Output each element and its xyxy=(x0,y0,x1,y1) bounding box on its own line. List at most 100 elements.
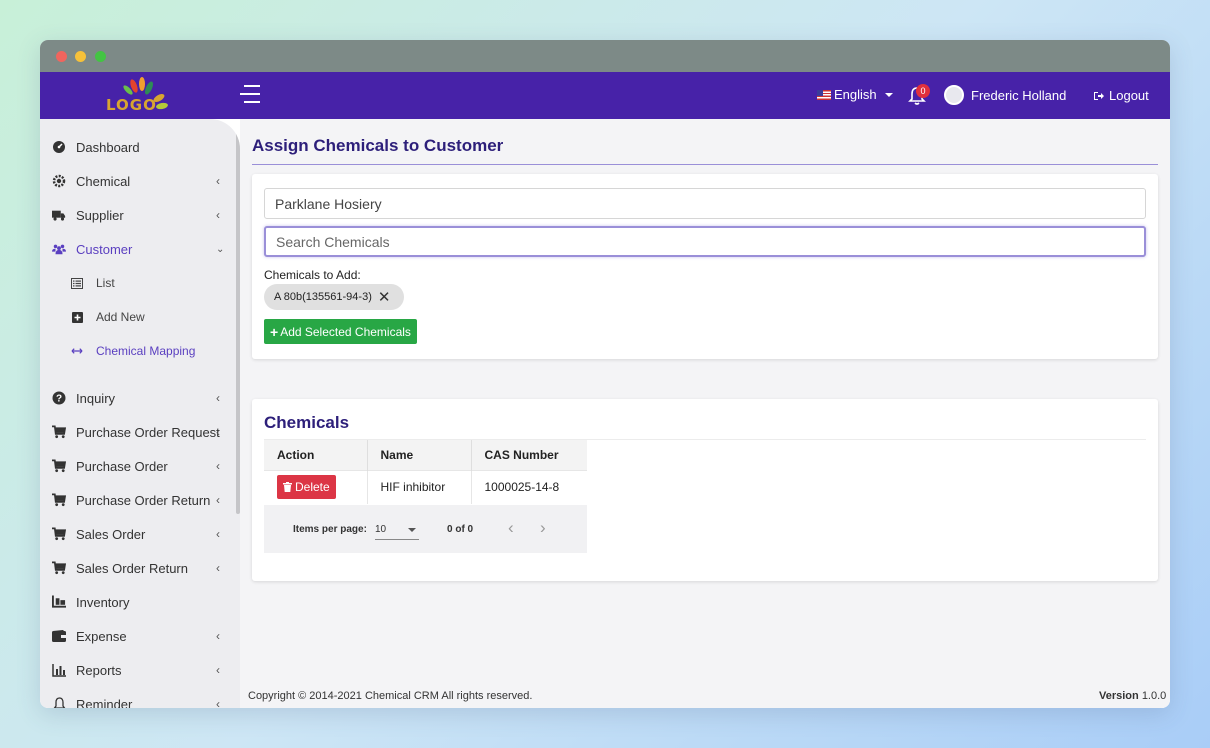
page-size-select[interactable]: 10 xyxy=(375,522,419,540)
chart-icon xyxy=(52,663,66,677)
customer-field[interactable]: Parklane Hosiery xyxy=(264,188,1146,219)
cart-icon xyxy=(52,459,66,473)
chevron-left-icon: ‹ xyxy=(216,459,220,473)
chip-label: A 80b(135561-94-3) xyxy=(274,291,372,303)
truck-icon xyxy=(52,208,66,222)
column-header-action[interactable]: Action xyxy=(264,440,368,470)
add-selected-chemicals-button[interactable]: + Add Selected Chemicals xyxy=(264,319,417,344)
arrows-horizontal-icon xyxy=(71,345,83,357)
window-titlebar xyxy=(40,40,1170,72)
column-header-name[interactable]: Name xyxy=(367,440,472,470)
sidebar-item-sales-order[interactable]: Sales Order ‹ xyxy=(40,517,236,551)
plus-square-icon xyxy=(71,311,83,323)
sidebar-item-purchase-order[interactable]: Purchase Order ‹ xyxy=(40,449,236,483)
version-value: 1.0.0 xyxy=(1141,690,1167,702)
users-icon xyxy=(52,242,66,256)
customer-value: Parklane Hosiery xyxy=(275,195,382,212)
wallet-icon xyxy=(52,629,66,643)
chevron-left-icon: ‹ xyxy=(216,663,220,677)
sidebar-item-customer[interactable]: Customer ⌄ xyxy=(40,232,236,266)
chevron-left-icon: ‹ xyxy=(216,527,220,541)
table-header-row: Action Name CAS Number xyxy=(264,440,587,470)
sidebar-item-label: Inventory xyxy=(76,594,130,610)
sidebar-subitem-chemical-mapping[interactable]: Chemical Mapping xyxy=(40,334,236,368)
logo-text: LOGO xyxy=(106,96,157,114)
sidebar-item-expense[interactable]: Expense ‹ xyxy=(40,619,236,653)
name-cell: HIF inhibitor xyxy=(367,469,472,504)
sidebar-item-label: Purchase Order xyxy=(76,458,168,474)
chevron-left-icon: ‹ xyxy=(216,629,220,643)
sidebar-item-reminder[interactable]: Reminder ‹ xyxy=(40,687,236,708)
items-per-page-label: Items per page: xyxy=(293,524,367,535)
previous-page-icon[interactable]: ‹ xyxy=(508,518,514,538)
delete-button[interactable]: Delete xyxy=(277,475,336,500)
sidebar-item-purchase-order-return[interactable]: Purchase Order Return ‹ xyxy=(40,483,236,517)
sidebar-item-label: Customer xyxy=(76,241,133,257)
sidebar-item-purchase-order-request[interactable]: Purchase Order Request ‹ xyxy=(40,415,236,449)
title-divider xyxy=(252,164,1158,165)
sidebar-item-label: Purchase Order Return xyxy=(76,492,211,508)
cart-icon xyxy=(52,561,66,575)
sidebar-item-reports[interactable]: Reports ‹ xyxy=(40,653,236,687)
sidebar-item-chemical[interactable]: Chemical ‹ xyxy=(40,164,236,198)
close-window-button[interactable] xyxy=(56,51,67,62)
chevron-left-icon: ‹ xyxy=(216,425,220,439)
logout-button[interactable]: Logout xyxy=(1093,88,1149,103)
list-icon xyxy=(71,277,83,289)
chevron-left-icon: ‹ xyxy=(216,697,220,708)
app-window: LOGO English 0 Frederic Holland Logout D… xyxy=(40,40,1170,708)
page-size-value: 10 xyxy=(375,524,387,535)
top-navbar: LOGO English 0 Frederic Holland Logout xyxy=(40,72,1170,119)
sidebar: Dashboard Chemical ‹ Supplier ‹ Customer… xyxy=(40,119,240,708)
gear-icon xyxy=(52,174,66,188)
chemicals-table: Action Name CAS Number Delete HIF inhibi… xyxy=(264,440,587,504)
search-chemicals-field[interactable] xyxy=(264,226,1146,257)
chevron-left-icon: ‹ xyxy=(216,391,220,405)
sidebar-item-inventory[interactable]: Inventory xyxy=(40,585,236,619)
notification-badge: 0 xyxy=(916,84,930,98)
remove-chip-icon[interactable]: ✕ xyxy=(378,290,391,305)
bell-icon xyxy=(52,697,66,708)
user-name[interactable]: Frederic Holland xyxy=(971,88,1066,103)
logo[interactable]: LOGO xyxy=(104,76,174,116)
delete-label: Delete xyxy=(295,480,330,495)
minimize-window-button[interactable] xyxy=(75,51,86,62)
assign-form-card: Parklane Hosiery Chemicals to Add: A 80b… xyxy=(252,174,1158,359)
sidebar-subitem-label: Chemical Mapping xyxy=(96,344,196,358)
table-row: Delete HIF inhibitor 1000025-14-8 xyxy=(264,469,587,504)
sidebar-item-label: Sales Order xyxy=(76,526,146,542)
language-label: English xyxy=(834,87,877,102)
language-selector[interactable]: English xyxy=(817,87,893,102)
maximize-window-button[interactable] xyxy=(95,51,106,62)
sidebar-item-sales-order-return[interactable]: Sales Order Return ‹ xyxy=(40,551,236,585)
chemicals-card: Chemicals Action Name CAS Number Delete … xyxy=(252,399,1158,581)
menu-toggle-icon[interactable] xyxy=(240,85,262,105)
dropdown-arrow-icon xyxy=(408,528,416,532)
svg-text:?: ? xyxy=(56,394,62,405)
trash-icon xyxy=(283,482,292,493)
sidebar-item-supplier[interactable]: Supplier ‹ xyxy=(40,198,236,232)
sidebar-item-label: Expense xyxy=(76,628,127,644)
warehouse-icon xyxy=(52,595,66,609)
next-page-icon[interactable]: › xyxy=(540,518,546,538)
sidebar-subitem-add-new[interactable]: Add New xyxy=(40,300,236,334)
sidebar-subitem-list[interactable]: List xyxy=(40,266,236,300)
chevron-left-icon: ‹ xyxy=(216,174,220,188)
version-label: Version xyxy=(1099,690,1139,702)
plus-icon: + xyxy=(270,323,279,340)
cart-icon xyxy=(52,527,66,541)
caret-down-icon xyxy=(884,92,893,97)
chemicals-to-add-label: Chemicals to Add: xyxy=(264,268,361,282)
sidebar-item-inquiry[interactable]: ? Inquiry ‹ xyxy=(40,381,236,415)
sidebar-item-label: Reports xyxy=(76,662,122,678)
logout-icon xyxy=(1094,91,1104,100)
chemicals-title: Chemicals xyxy=(264,413,350,432)
selected-chemical-chip: A 80b(135561-94-3) ✕ xyxy=(264,284,405,310)
chevron-left-icon: ‹ xyxy=(216,561,220,575)
sidebar-item-dashboard[interactable]: Dashboard xyxy=(40,130,236,164)
column-header-cas-number[interactable]: CAS Number xyxy=(471,440,587,470)
search-chemicals-input[interactable] xyxy=(276,233,1134,250)
avatar[interactable] xyxy=(944,85,964,105)
cart-icon xyxy=(52,493,66,507)
add-button-label: Add Selected Chemicals xyxy=(280,324,411,339)
